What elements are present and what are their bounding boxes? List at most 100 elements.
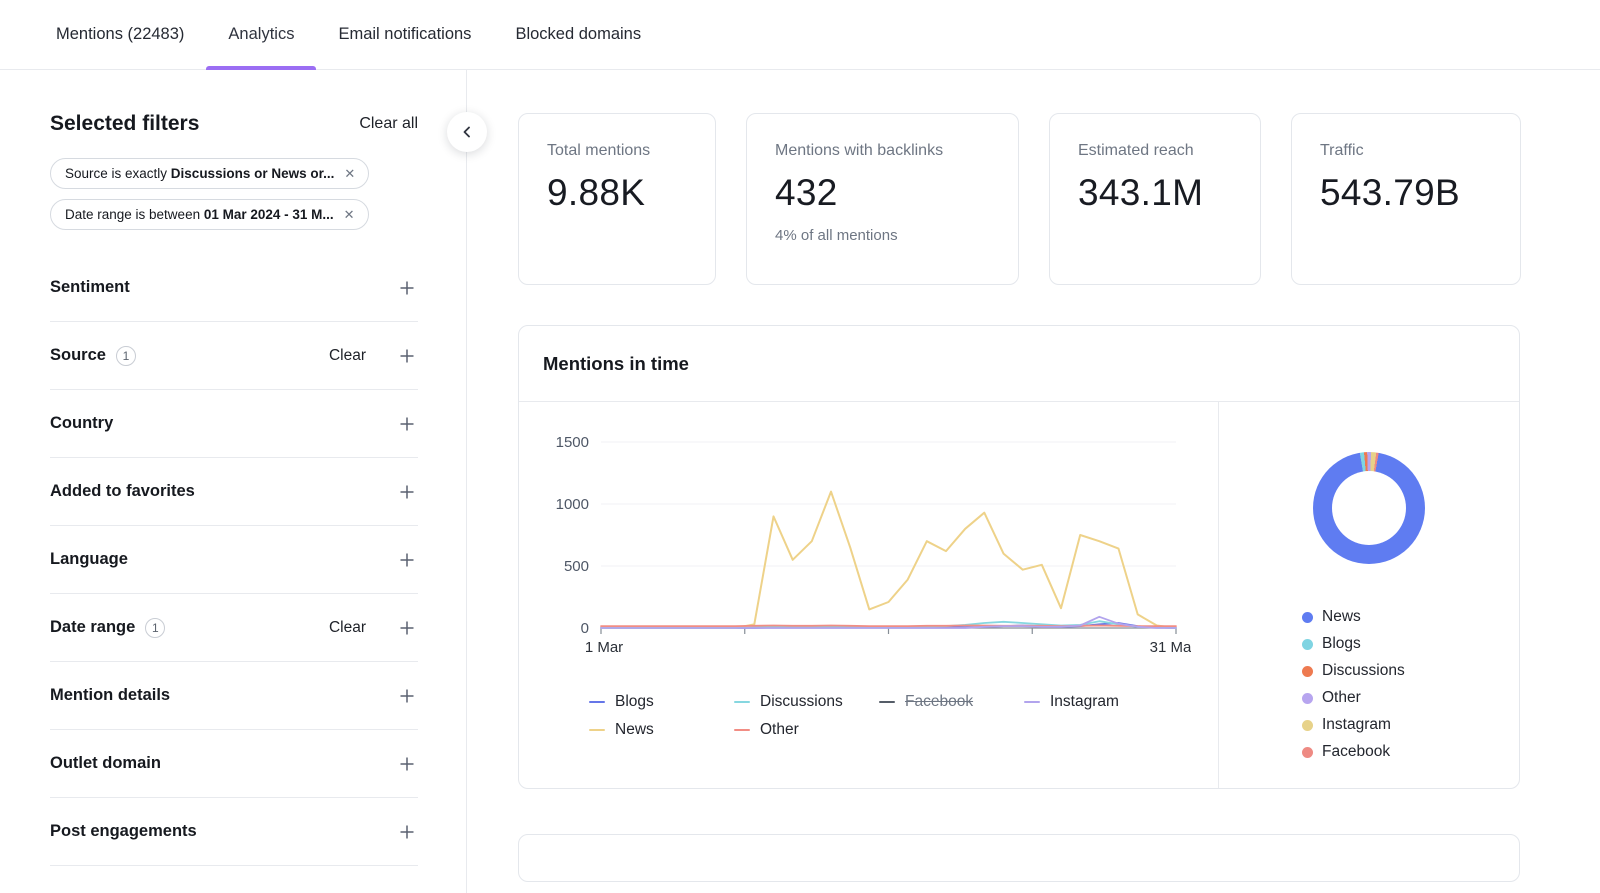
legend-line-swatch bbox=[879, 701, 895, 704]
svg-text:1500: 1500 bbox=[556, 434, 589, 451]
filter-chip[interactable]: Source is exactly Discussions or News or… bbox=[50, 158, 369, 189]
mentions-in-time-card: Mentions in time 0500100015001 Mar31 Mar… bbox=[518, 325, 1520, 789]
expand-plus-icon[interactable] bbox=[396, 413, 418, 435]
legend-item-discussions[interactable]: Discussions bbox=[734, 693, 879, 711]
remove-chip-icon[interactable]: ✕ bbox=[344, 167, 355, 180]
expand-plus-icon[interactable] bbox=[396, 549, 418, 571]
legend-line-swatch bbox=[589, 729, 605, 732]
filter-section-post-engagements[interactable]: Post engagements bbox=[50, 798, 418, 866]
svg-text:31 Mar: 31 Mar bbox=[1150, 639, 1191, 656]
donut-legend-item-facebook[interactable]: Facebook bbox=[1302, 743, 1405, 761]
legend-dot-swatch bbox=[1302, 720, 1313, 731]
line-chart-area: 0500100015001 Mar31 Mar BlogsDiscussions… bbox=[519, 402, 1218, 788]
chip-label: Source is exactly Discussions or News or… bbox=[65, 166, 334, 181]
stat-card-traffic: Traffic 543.79B bbox=[1291, 113, 1521, 285]
filter-count-badge: 1 bbox=[145, 618, 165, 638]
donut-legend-item-instagram[interactable]: Instagram bbox=[1302, 716, 1405, 734]
filter-section-outlet-domain[interactable]: Outlet domain bbox=[50, 730, 418, 798]
legend-line-swatch bbox=[589, 701, 605, 704]
legend-item-instagram[interactable]: Instagram bbox=[1024, 693, 1169, 711]
donut-legend-item-blogs[interactable]: Blogs bbox=[1302, 635, 1405, 653]
svg-text:1 Mar: 1 Mar bbox=[585, 639, 623, 656]
tab-blocked-domains[interactable]: Blocked domains bbox=[493, 0, 663, 69]
filter-section-label: Country bbox=[50, 414, 113, 433]
stat-cards-row: Total mentions9.88KMentions with backlin… bbox=[518, 113, 1600, 285]
remove-chip-icon[interactable]: ✕ bbox=[344, 208, 355, 221]
donut-legend-item-discussions[interactable]: Discussions bbox=[1302, 662, 1405, 680]
expand-plus-icon[interactable] bbox=[396, 277, 418, 299]
filter-section-date-range[interactable]: Date range1Clear bbox=[50, 594, 418, 662]
filter-section-label: Source bbox=[50, 346, 106, 365]
expand-plus-icon[interactable] bbox=[396, 481, 418, 503]
stat-value: 432 bbox=[775, 172, 990, 214]
filter-section-source[interactable]: Source1Clear bbox=[50, 322, 418, 390]
legend-dot-swatch bbox=[1302, 639, 1313, 650]
legend-item-blogs[interactable]: Blogs bbox=[589, 693, 734, 711]
tab-email-notifications[interactable]: Email notifications bbox=[316, 0, 493, 69]
collapse-sidebar-button[interactable] bbox=[447, 112, 487, 152]
filter-clear-button[interactable]: Clear bbox=[329, 347, 366, 365]
legend-item-news[interactable]: News bbox=[589, 721, 734, 739]
filter-clear-button[interactable]: Clear bbox=[329, 619, 366, 637]
expand-plus-icon[interactable] bbox=[396, 685, 418, 707]
stat-value: 343.1M bbox=[1078, 172, 1232, 214]
donut-legend-item-other[interactable]: Other bbox=[1302, 689, 1405, 707]
selected-filters-title: Selected filters bbox=[50, 112, 199, 136]
filter-chips: Source is exactly Discussions or News or… bbox=[50, 158, 418, 230]
chart-card-header: Mentions in time bbox=[519, 326, 1519, 402]
stat-subtext: 4% of all mentions bbox=[775, 227, 990, 244]
donut-legend-label: Discussions bbox=[1322, 662, 1405, 680]
legend-line-swatch bbox=[734, 701, 750, 704]
filters-header: Selected filters Clear all bbox=[50, 112, 418, 136]
legend-item-facebook[interactable]: Facebook bbox=[879, 693, 1024, 711]
filter-section-label: Post engagements bbox=[50, 822, 197, 841]
filters-sidebar: Selected filters Clear all Source is exa… bbox=[0, 70, 467, 893]
donut-hole bbox=[1332, 471, 1406, 545]
stat-value: 9.88K bbox=[547, 172, 687, 214]
expand-plus-icon[interactable] bbox=[396, 753, 418, 775]
clear-all-button[interactable]: Clear all bbox=[359, 115, 418, 133]
filter-section-label: Added to favorites bbox=[50, 482, 195, 501]
filter-section-label: Sentiment bbox=[50, 278, 130, 297]
legend-item-other[interactable]: Other bbox=[734, 721, 879, 739]
filter-section-country[interactable]: Country bbox=[50, 390, 418, 458]
filter-section-language[interactable]: Language bbox=[50, 526, 418, 594]
svg-text:500: 500 bbox=[564, 558, 589, 575]
stat-label: Estimated reach bbox=[1078, 142, 1232, 160]
legend-label: News bbox=[615, 721, 654, 739]
tab-analytics[interactable]: Analytics bbox=[206, 0, 316, 69]
next-section-card bbox=[518, 834, 1520, 882]
legend-label: Blogs bbox=[615, 693, 654, 711]
top-tab-bar: Mentions (22483) Analytics Email notific… bbox=[0, 0, 1600, 70]
line-chart-legend: Blogs DiscussionsFacebookInstagram News Oth… bbox=[589, 693, 1210, 739]
stat-card-total-mentions: Total mentions9.88K bbox=[518, 113, 716, 285]
filter-section-mention-details[interactable]: Mention details bbox=[50, 662, 418, 730]
tab-mentions[interactable]: Mentions (22483) bbox=[34, 0, 206, 69]
donut-legend-label: Instagram bbox=[1322, 716, 1391, 734]
expand-plus-icon[interactable] bbox=[396, 345, 418, 367]
sources-donut-chart[interactable] bbox=[1313, 452, 1425, 564]
svg-text:1000: 1000 bbox=[556, 496, 589, 513]
mentions-line-chart[interactable]: 0500100015001 Mar31 Mar bbox=[541, 426, 1191, 662]
stat-label: Traffic bbox=[1320, 142, 1492, 160]
expand-plus-icon[interactable] bbox=[396, 617, 418, 639]
filter-chip[interactable]: Date range is between 01 Mar 2024 - 31 M… bbox=[50, 199, 369, 230]
stat-card-mentions-with-backlinks: Mentions with backlinks4324% of all ment… bbox=[746, 113, 1019, 285]
donut-legend-label: News bbox=[1322, 608, 1361, 626]
expand-plus-icon[interactable] bbox=[396, 821, 418, 843]
legend-line-swatch bbox=[734, 729, 750, 732]
donut-legend-label: Other bbox=[1322, 689, 1361, 707]
analytics-main: Total mentions9.88KMentions with backlin… bbox=[468, 70, 1600, 893]
stat-value: 543.79B bbox=[1320, 172, 1492, 214]
legend-label: Other bbox=[760, 721, 799, 739]
donut-legend-item-news[interactable]: News bbox=[1302, 608, 1405, 626]
filter-section-added-to-favorites[interactable]: Added to favorites bbox=[50, 458, 418, 526]
legend-dot-swatch bbox=[1302, 693, 1313, 704]
stat-card-estimated-reach: Estimated reach 343.1M bbox=[1049, 113, 1261, 285]
filter-section-label: Language bbox=[50, 550, 128, 569]
filter-section-sentiment[interactable]: Sentiment bbox=[50, 254, 418, 322]
filter-section-label: Outlet domain bbox=[50, 754, 161, 773]
legend-dot-swatch bbox=[1302, 747, 1313, 758]
donut-legend-label: Facebook bbox=[1322, 743, 1390, 761]
legend-dot-swatch bbox=[1302, 612, 1313, 623]
